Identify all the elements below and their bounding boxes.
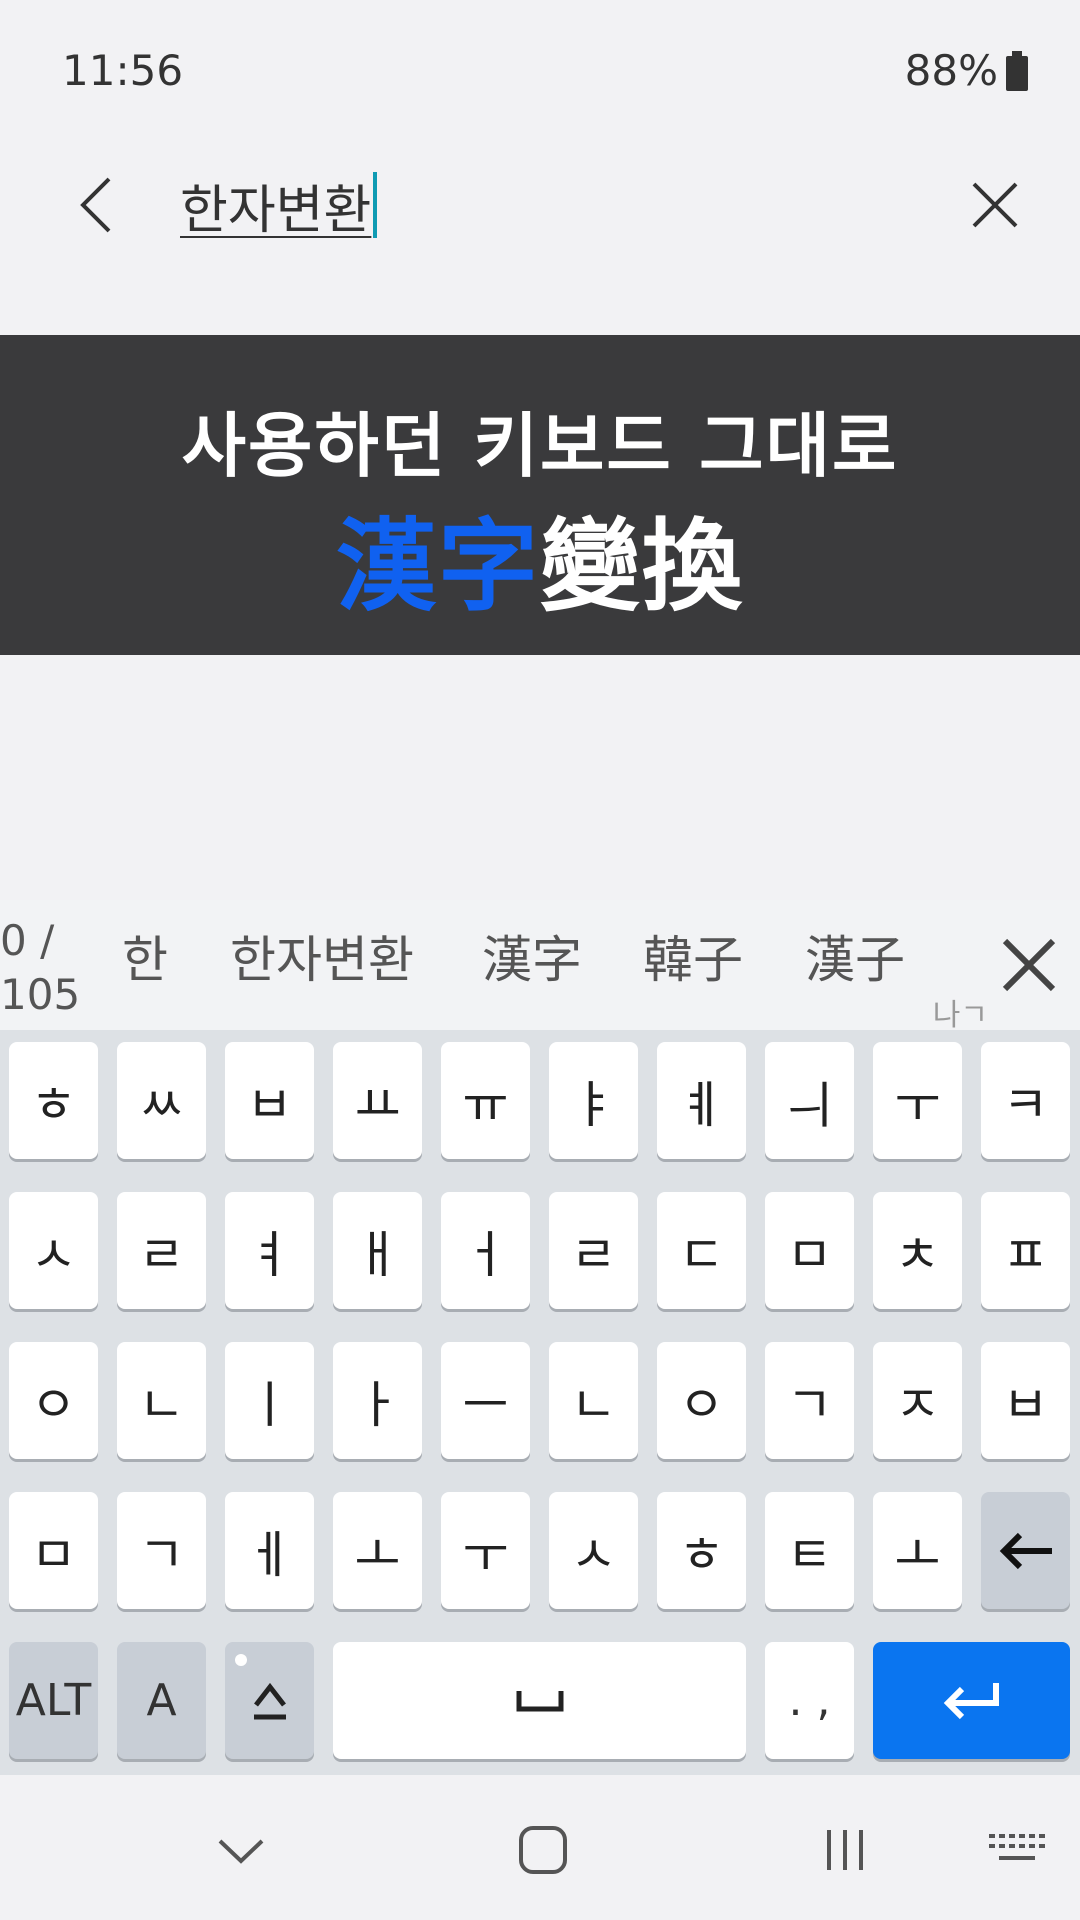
key-row1[interactable]: ㅛ [333, 1042, 422, 1159]
key-row4[interactable]: ㅜ [441, 1492, 530, 1609]
key-row2[interactable]: ㅁ [765, 1192, 854, 1309]
candidate-counter-bottom: 105 [0, 970, 81, 1019]
key-row4[interactable]: ㅔ [225, 1492, 314, 1609]
back-button[interactable] [62, 170, 132, 240]
key-row3[interactable]: ㄱ [765, 1342, 854, 1459]
key-row2[interactable]: ㅓ [441, 1192, 530, 1309]
alt-key[interactable]: ALT [9, 1642, 98, 1759]
key-row3[interactable]: ㄴ [549, 1342, 638, 1459]
clear-search-button[interactable] [960, 170, 1030, 240]
enter-icon [943, 1682, 999, 1719]
close-icon [1002, 938, 1056, 992]
banner-white-text: 變換 [540, 508, 744, 625]
key-row4[interactable]: ㅗ [333, 1492, 422, 1609]
suggestion-bar: 0 / 105 한 한자변환 漢字 韓子 漢子 나ㄱ [0, 900, 1080, 1033]
nav-keyboard-switch-button[interactable] [972, 1805, 1062, 1895]
search-input[interactable]: 한자변환 [180, 162, 378, 248]
space-key[interactable] [333, 1642, 746, 1759]
close-suggestions-button[interactable] [994, 930, 1064, 1000]
candidate-counter-top: 0 / [0, 916, 55, 965]
navigation-bar [0, 1775, 1080, 1920]
suggestion-item[interactable]: 한 [122, 920, 168, 992]
key-row1[interactable]: ㅎ [9, 1042, 98, 1159]
suggestion-item[interactable]: 漢字 [482, 920, 582, 992]
key-row4[interactable]: ㅌ [765, 1492, 854, 1609]
promo-banner[interactable]: 사용하던 키보드 그대로 漢字變換 [0, 335, 1080, 655]
key-row2[interactable]: ㄹ [549, 1192, 638, 1309]
key-row1[interactable]: ㅋ [981, 1042, 1070, 1159]
space-icon [516, 1690, 563, 1711]
key-row2[interactable]: ㅍ [981, 1192, 1070, 1309]
recents-icon [827, 1830, 863, 1870]
key-row3[interactable]: ㅡ [441, 1342, 530, 1459]
key-row4[interactable]: ㅗ [873, 1492, 962, 1609]
nav-hide-keyboard-button[interactable] [196, 1805, 286, 1895]
shift-key[interactable] [225, 1642, 314, 1759]
key-row1[interactable]: ㅂ [225, 1042, 314, 1159]
battery-percentage: 88% [904, 46, 998, 95]
suggestion-item[interactable]: 漢子 [805, 920, 905, 992]
key-row1[interactable]: ㅢ [765, 1042, 854, 1159]
chevron-left-icon [80, 177, 111, 233]
key-row4[interactable]: ㅅ [549, 1492, 638, 1609]
nav-home-button[interactable] [498, 1805, 588, 1895]
screen: 11:56 88% 한자변환 사용하던 키보드 그대로 漢字變換 0 / 105… [0, 0, 1080, 1920]
key-row2[interactable]: ㄷ [657, 1192, 746, 1309]
key-row2[interactable]: ㅕ [225, 1192, 314, 1309]
key-row3[interactable]: ㅈ [873, 1342, 962, 1459]
language-key[interactable]: A [117, 1642, 206, 1759]
key-row2[interactable]: ㅅ [9, 1192, 98, 1309]
enter-key[interactable] [873, 1642, 1070, 1759]
candidate-counter: 0 / 105 [0, 914, 80, 1022]
status-bar: 11:56 88% [0, 0, 1080, 150]
key-row1[interactable]: ㅜ [873, 1042, 962, 1159]
suggestion-item[interactable]: 한자변환 [230, 920, 414, 992]
close-icon [972, 182, 1018, 228]
key-row3[interactable]: ㅂ [981, 1342, 1070, 1459]
banner-blue-text: 漢字 [336, 508, 540, 625]
status-time: 11:56 [62, 46, 184, 95]
banner-headline: 사용하던 키보드 그대로 [181, 405, 899, 487]
home-icon [519, 1826, 567, 1874]
key-row3[interactable]: ㄴ [117, 1342, 206, 1459]
search-query-text: 한자변환 [180, 180, 372, 241]
key-row1[interactable]: ㅆ [117, 1042, 206, 1159]
key-row1[interactable]: ㅖ [657, 1042, 746, 1159]
status-right: 88% [905, 46, 1028, 95]
key-row2[interactable]: ㅊ [873, 1192, 962, 1309]
key-row2[interactable]: ㄹ [117, 1192, 206, 1309]
shift-indicator-dot [235, 1654, 247, 1666]
key-row2[interactable]: ㅐ [333, 1192, 422, 1309]
chevron-down-icon [218, 1839, 264, 1864]
keyboard-icon [989, 1834, 1045, 1860]
keyboard: ㅎ ㅆ ㅂ ㅛ ㅠ ㅑ ㅖ ㅢ ㅜ ㅋ ㅅ ㄹ ㅕ ㅐ ㅓ ㄹ ㄷ ㅁ ㅊ ㅍ … [0, 1030, 1080, 1775]
battery-icon [1006, 50, 1028, 91]
backspace-arrow-icon [999, 1532, 1052, 1569]
key-row3[interactable]: ㅇ [657, 1342, 746, 1459]
punctuation-key[interactable]: . , [765, 1642, 854, 1759]
key-row1[interactable]: ㅠ [441, 1042, 530, 1159]
search-header: 한자변환 [0, 150, 1080, 260]
key-row3[interactable]: ㅣ [225, 1342, 314, 1459]
key-row4[interactable]: ㅎ [657, 1492, 746, 1609]
suggestion-hint: 나ㄱ [932, 998, 988, 1033]
key-row4[interactable]: ㅁ [9, 1492, 98, 1609]
backspace-key[interactable] [981, 1492, 1070, 1609]
key-row4[interactable]: ㄱ [117, 1492, 206, 1609]
text-cursor [373, 172, 378, 238]
suggestion-item[interactable]: 韓子 [643, 920, 743, 992]
key-row3[interactable]: ㅇ [9, 1342, 98, 1459]
shift-icon [253, 1682, 286, 1719]
nav-recents-button[interactable] [800, 1805, 890, 1895]
key-row1[interactable]: ㅑ [549, 1042, 638, 1159]
key-row3[interactable]: ㅏ [333, 1342, 422, 1459]
banner-subheadline: 漢字變換 [0, 485, 1080, 630]
